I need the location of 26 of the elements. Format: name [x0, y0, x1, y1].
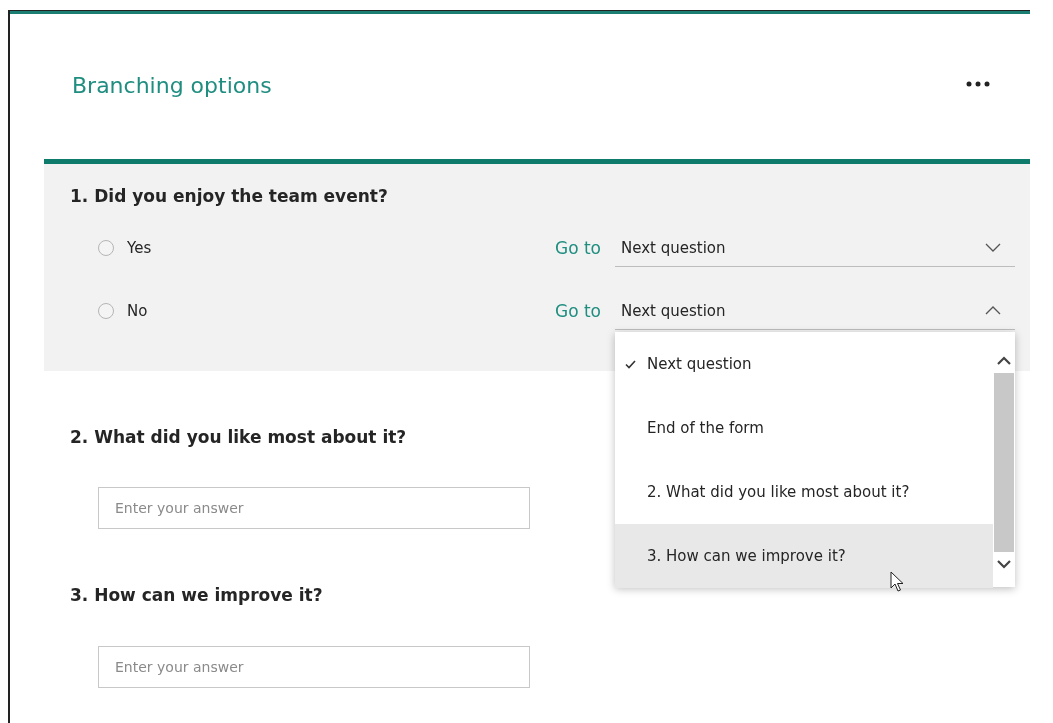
question-title: 2. What did you like most about it?	[70, 426, 407, 449]
goto-label: Go to	[554, 301, 601, 321]
option-label: No	[127, 302, 148, 320]
chevron-up-icon	[985, 306, 1001, 315]
option-label: Yes	[127, 239, 152, 257]
radio-button[interactable]	[98, 303, 114, 319]
answer-field[interactable]: Enter your answer	[98, 487, 530, 529]
mouse-cursor-icon	[890, 571, 905, 593]
answer-field[interactable]: Enter your answer	[98, 646, 530, 688]
scroll-thumb[interactable]	[994, 373, 1014, 552]
menu-item[interactable]: End of the form	[615, 396, 993, 460]
more-icon[interactable]	[966, 80, 990, 87]
scroll-up-icon[interactable]	[997, 356, 1011, 365]
scroll-down-icon[interactable]	[997, 560, 1011, 569]
menu-item[interactable]: Next question	[615, 332, 993, 396]
goto-label: Go to	[554, 238, 601, 258]
question-title: 3. How can we improve it?	[70, 584, 323, 607]
scrollbar[interactable]	[993, 332, 1015, 587]
question-title: 1. Did you enjoy the team event?	[70, 185, 388, 208]
menu-item[interactable]: 3. How can we improve it?	[615, 524, 993, 588]
chevron-down-icon	[985, 243, 1001, 252]
goto-dropdown[interactable]: Next question	[615, 229, 1015, 267]
form-title: Branching options	[72, 71, 272, 100]
menu-item[interactable]: 2. What did you like most about it?	[615, 460, 993, 524]
goto-dropdown[interactable]: Next question	[615, 292, 1015, 330]
radio-button[interactable]	[98, 240, 114, 256]
